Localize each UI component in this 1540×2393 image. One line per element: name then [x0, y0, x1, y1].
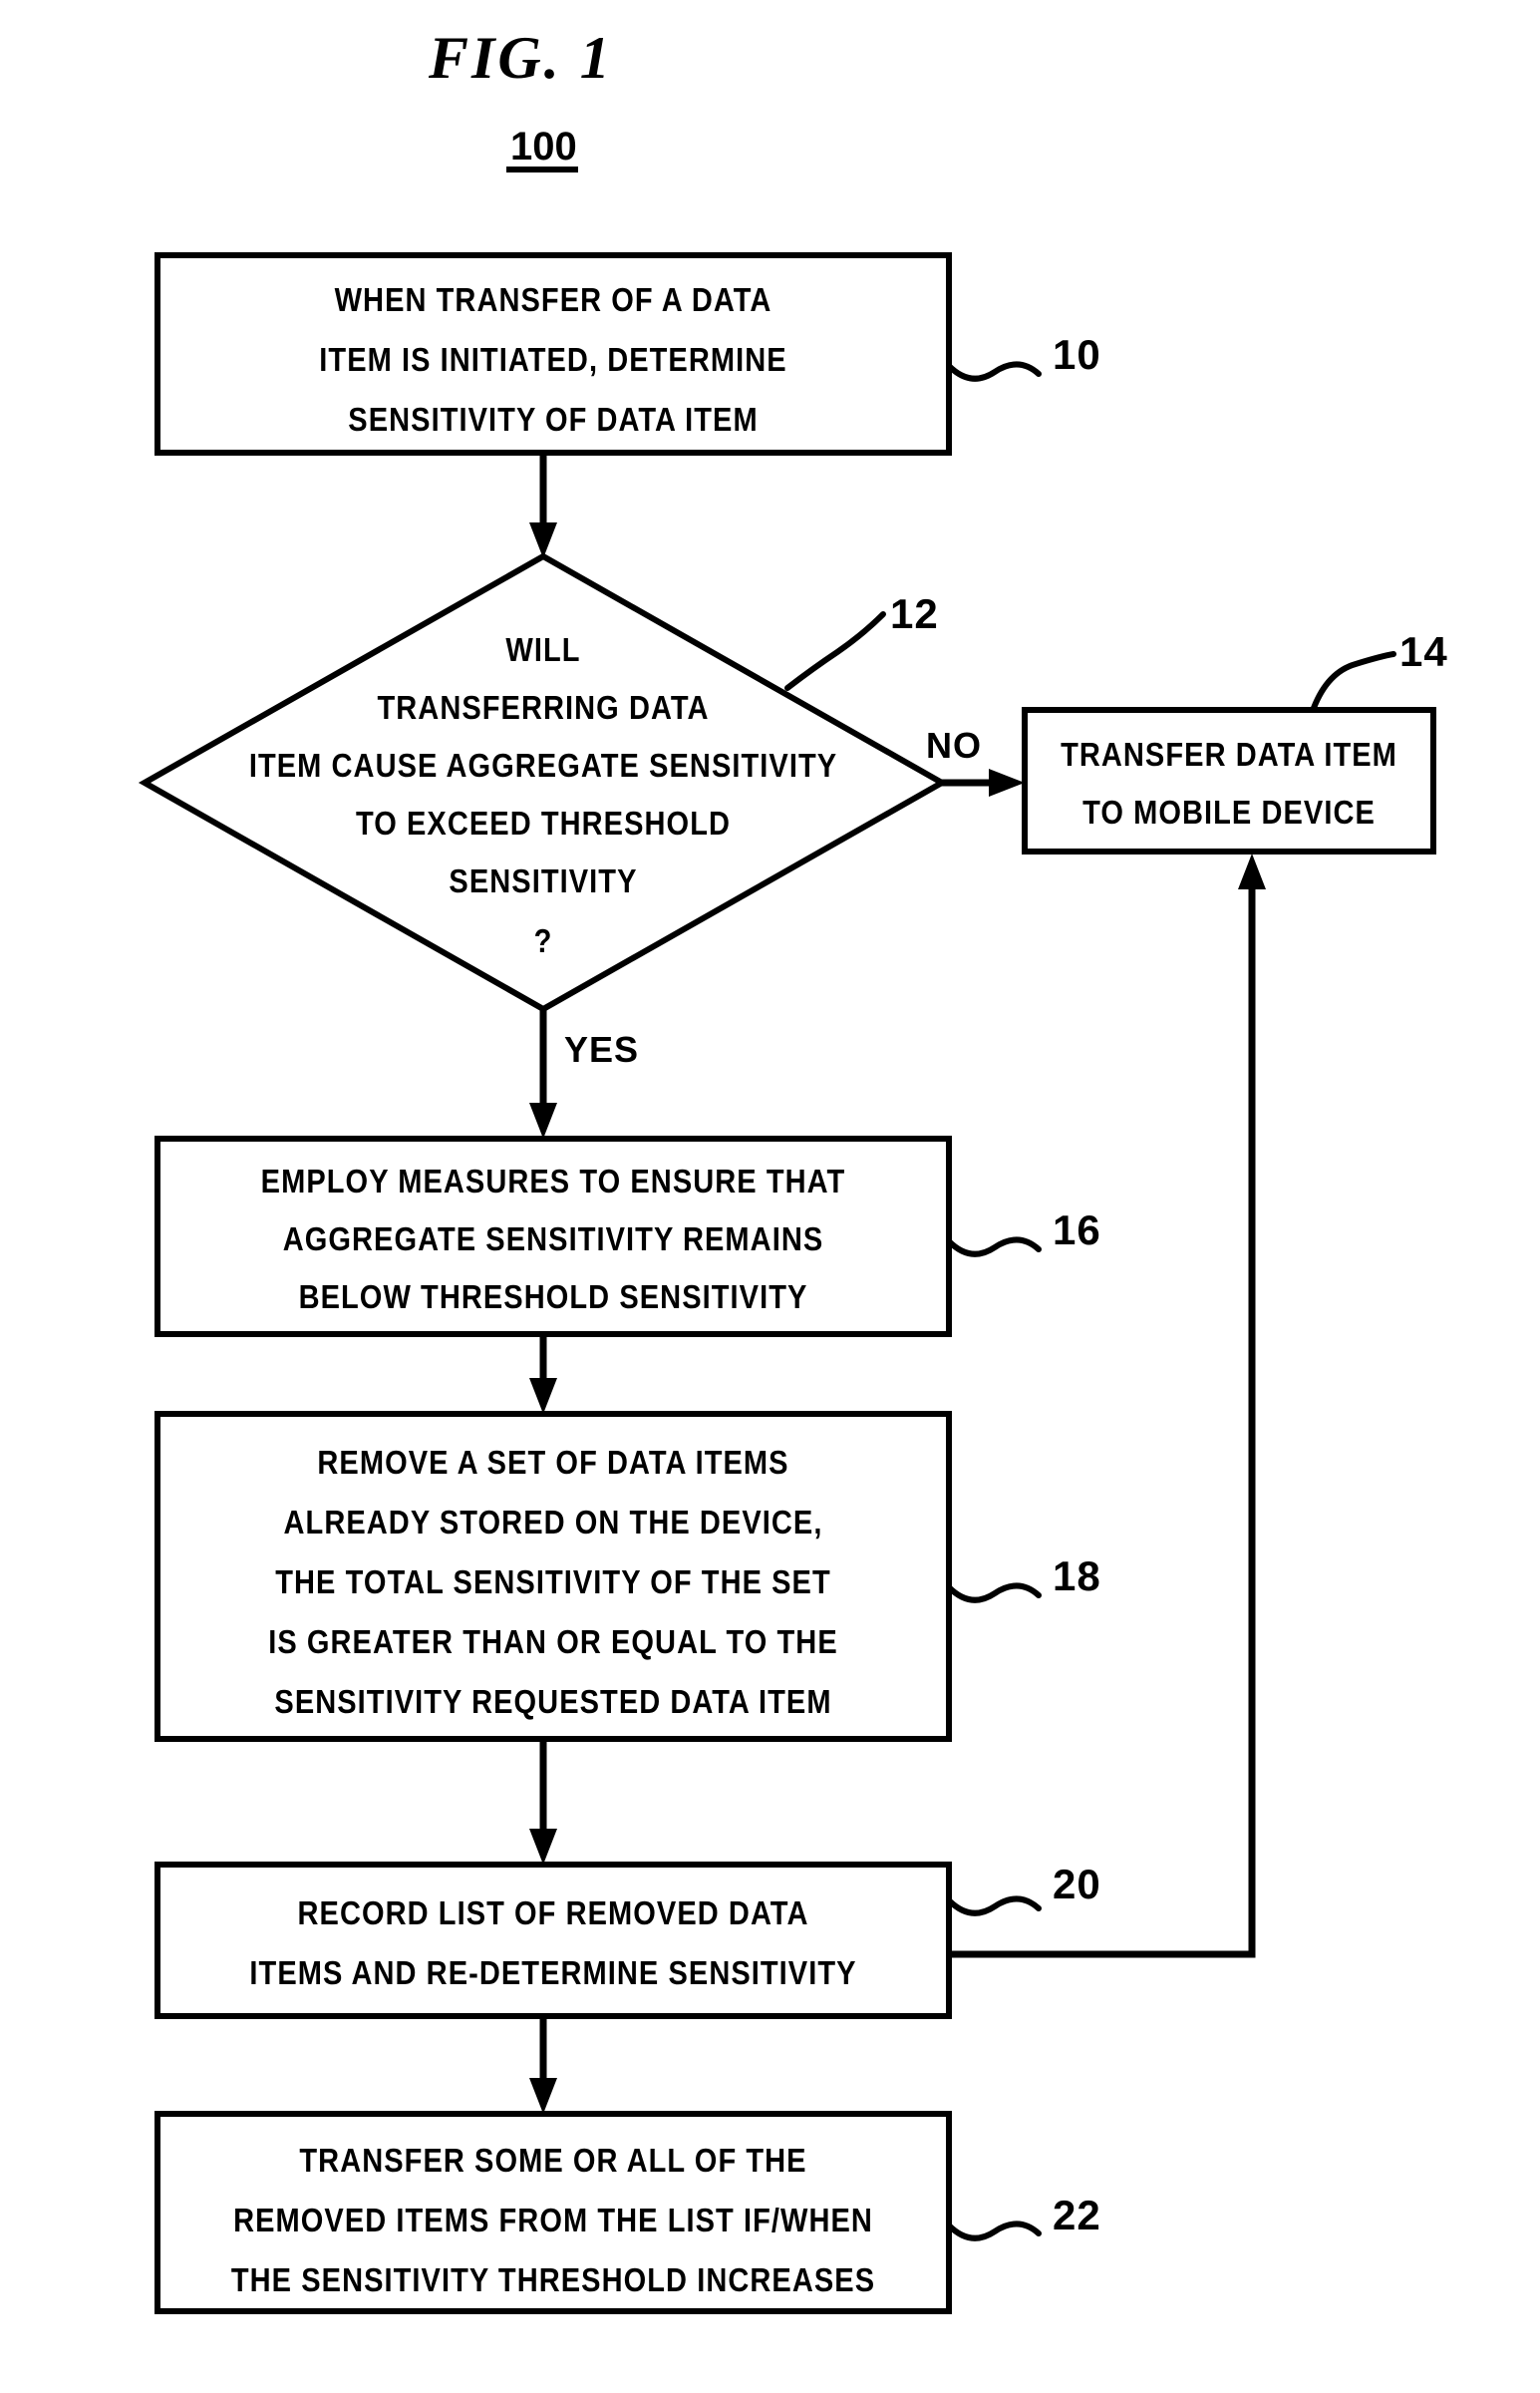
patent-figure: FIG. 1 100 WHEN TRANSFER OF A DATA ITEM …: [0, 0, 1540, 2393]
step-10-line-1: WHEN TRANSFER OF A DATA: [335, 281, 772, 318]
connector-20-to-22: [529, 2016, 557, 2114]
flowchart-canvas: FIG. 1 100 WHEN TRANSFER OF A DATA ITEM …: [138, 25, 1448, 2314]
step-10-ref-number: 10: [1053, 331, 1101, 378]
step-22-node[interactable]: TRANSFER SOME OR ALL OF THE REMOVED ITEM…: [154, 2111, 1101, 2314]
step-20-node[interactable]: RECORD LIST OF REMOVED DATA ITEMS AND RE…: [154, 1861, 1101, 2019]
decision-12-line-1: WILL: [505, 631, 580, 668]
connector-20-to-14-feedback: [949, 854, 1266, 1958]
step-16-node[interactable]: EMPLOY MEASURES TO ENSURE THAT AGGREGATE…: [154, 1136, 1101, 1337]
branch-label-yes: YES: [564, 1029, 639, 1070]
step-18-node[interactable]: REMOVE A SET OF DATA ITEMS ALREADY STORE…: [154, 1411, 1101, 1742]
step-18-line-3: THE TOTAL SENSITIVITY OF THE SET: [275, 1563, 831, 1600]
step-22-line-3: THE SENSITIVITY THRESHOLD INCREASES: [231, 2261, 875, 2298]
step-10-node[interactable]: WHEN TRANSFER OF A DATA ITEM IS INITIATE…: [154, 252, 1101, 456]
step-14-leader-line: [1311, 651, 1396, 711]
step-20-box[interactable]: [154, 1862, 952, 2019]
decision-12-line-2: TRANSFERRING DATA: [377, 689, 709, 726]
figure-title: FIG. 1: [428, 25, 613, 91]
decision-12-line-4: TO EXCEED THRESHOLD: [356, 805, 731, 842]
figure-number: 100: [510, 125, 577, 169]
decision-12-line-3: ITEM CAUSE AGGREGATE SENSITIVITY: [249, 747, 837, 784]
step-22-ref-number: 22: [1053, 2192, 1101, 2238]
step-18-leader-line: [946, 1582, 1042, 1603]
step-16-leader-line: [946, 1236, 1042, 1257]
decision-12-leader-line: [784, 611, 886, 691]
step-18-line-2: ALREADY STORED ON THE DEVICE,: [284, 1504, 823, 1540]
connector-16-to-18: [529, 1334, 557, 1414]
step-18-line-5: SENSITIVITY REQUESTED DATA ITEM: [274, 1683, 831, 1720]
arrowhead-to-step-20: [529, 1829, 557, 1865]
connector-18-to-20: [529, 1739, 557, 1865]
step-10-line-2: ITEM IS INITIATED, DETERMINE: [319, 341, 786, 378]
branch-yes: YES: [529, 1009, 639, 1139]
arrowhead-to-step-18: [529, 1378, 557, 1414]
step-20-line-1: RECORD LIST OF REMOVED DATA: [298, 1894, 809, 1931]
step-14-ref-number: 14: [1399, 628, 1448, 675]
step-20-leader-line: [946, 1895, 1042, 1916]
arrowhead-feedback-to-step-14: [1238, 854, 1266, 889]
step-16-line-2: AGGREGATE SENSITIVITY REMAINS: [283, 1220, 824, 1257]
step-18-line-4: IS GREATER THAN OR EQUAL TO THE: [268, 1623, 838, 1660]
step-14-node[interactable]: TRANSFER DATA ITEM TO MOBILE DEVICE 14: [1022, 628, 1448, 855]
step-16-line-3: BELOW THRESHOLD SENSITIVITY: [299, 1278, 808, 1315]
step-18-ref-number: 18: [1053, 1552, 1101, 1599]
step-16-line-1: EMPLOY MEASURES TO ENSURE THAT: [261, 1163, 846, 1199]
arrowhead-to-step-22: [529, 2078, 557, 2114]
decision-12-ref-number: 12: [890, 590, 939, 637]
figure-number-group: 100: [506, 125, 578, 172]
step-22-leader-line: [946, 2221, 1042, 2241]
step-10-leader-line: [946, 361, 1042, 382]
step-16-ref-number: 16: [1053, 1206, 1101, 1253]
step-18-line-1: REMOVE A SET OF DATA ITEMS: [317, 1444, 788, 1481]
step-10-line-3: SENSITIVITY OF DATA ITEM: [348, 401, 758, 438]
step-22-line-2: REMOVED ITEMS FROM THE LIST IF/WHEN: [233, 2202, 873, 2238]
branch-label-no: NO: [926, 725, 982, 766]
arrowhead-to-step-14: [989, 769, 1025, 797]
step-20-ref-number: 20: [1053, 1861, 1101, 1907]
decision-12-line-5: SENSITIVITY: [449, 862, 637, 899]
step-14-line-1: TRANSFER DATA ITEM: [1061, 736, 1397, 773]
connector-10-to-12: [529, 453, 557, 558]
step-20-line-2: ITEMS AND RE-DETERMINE SENSITIVITY: [249, 1954, 856, 1991]
decision-12-node[interactable]: WILL TRANSFERRING DATA ITEM CAUSE AGGREG…: [138, 552, 949, 1013]
step-14-line-2: TO MOBILE DEVICE: [1082, 794, 1376, 831]
step-22-line-1: TRANSFER SOME OR ALL OF THE: [299, 2142, 806, 2179]
decision-12-line-6: ?: [534, 922, 553, 959]
arrowhead-to-step-16: [529, 1103, 557, 1139]
